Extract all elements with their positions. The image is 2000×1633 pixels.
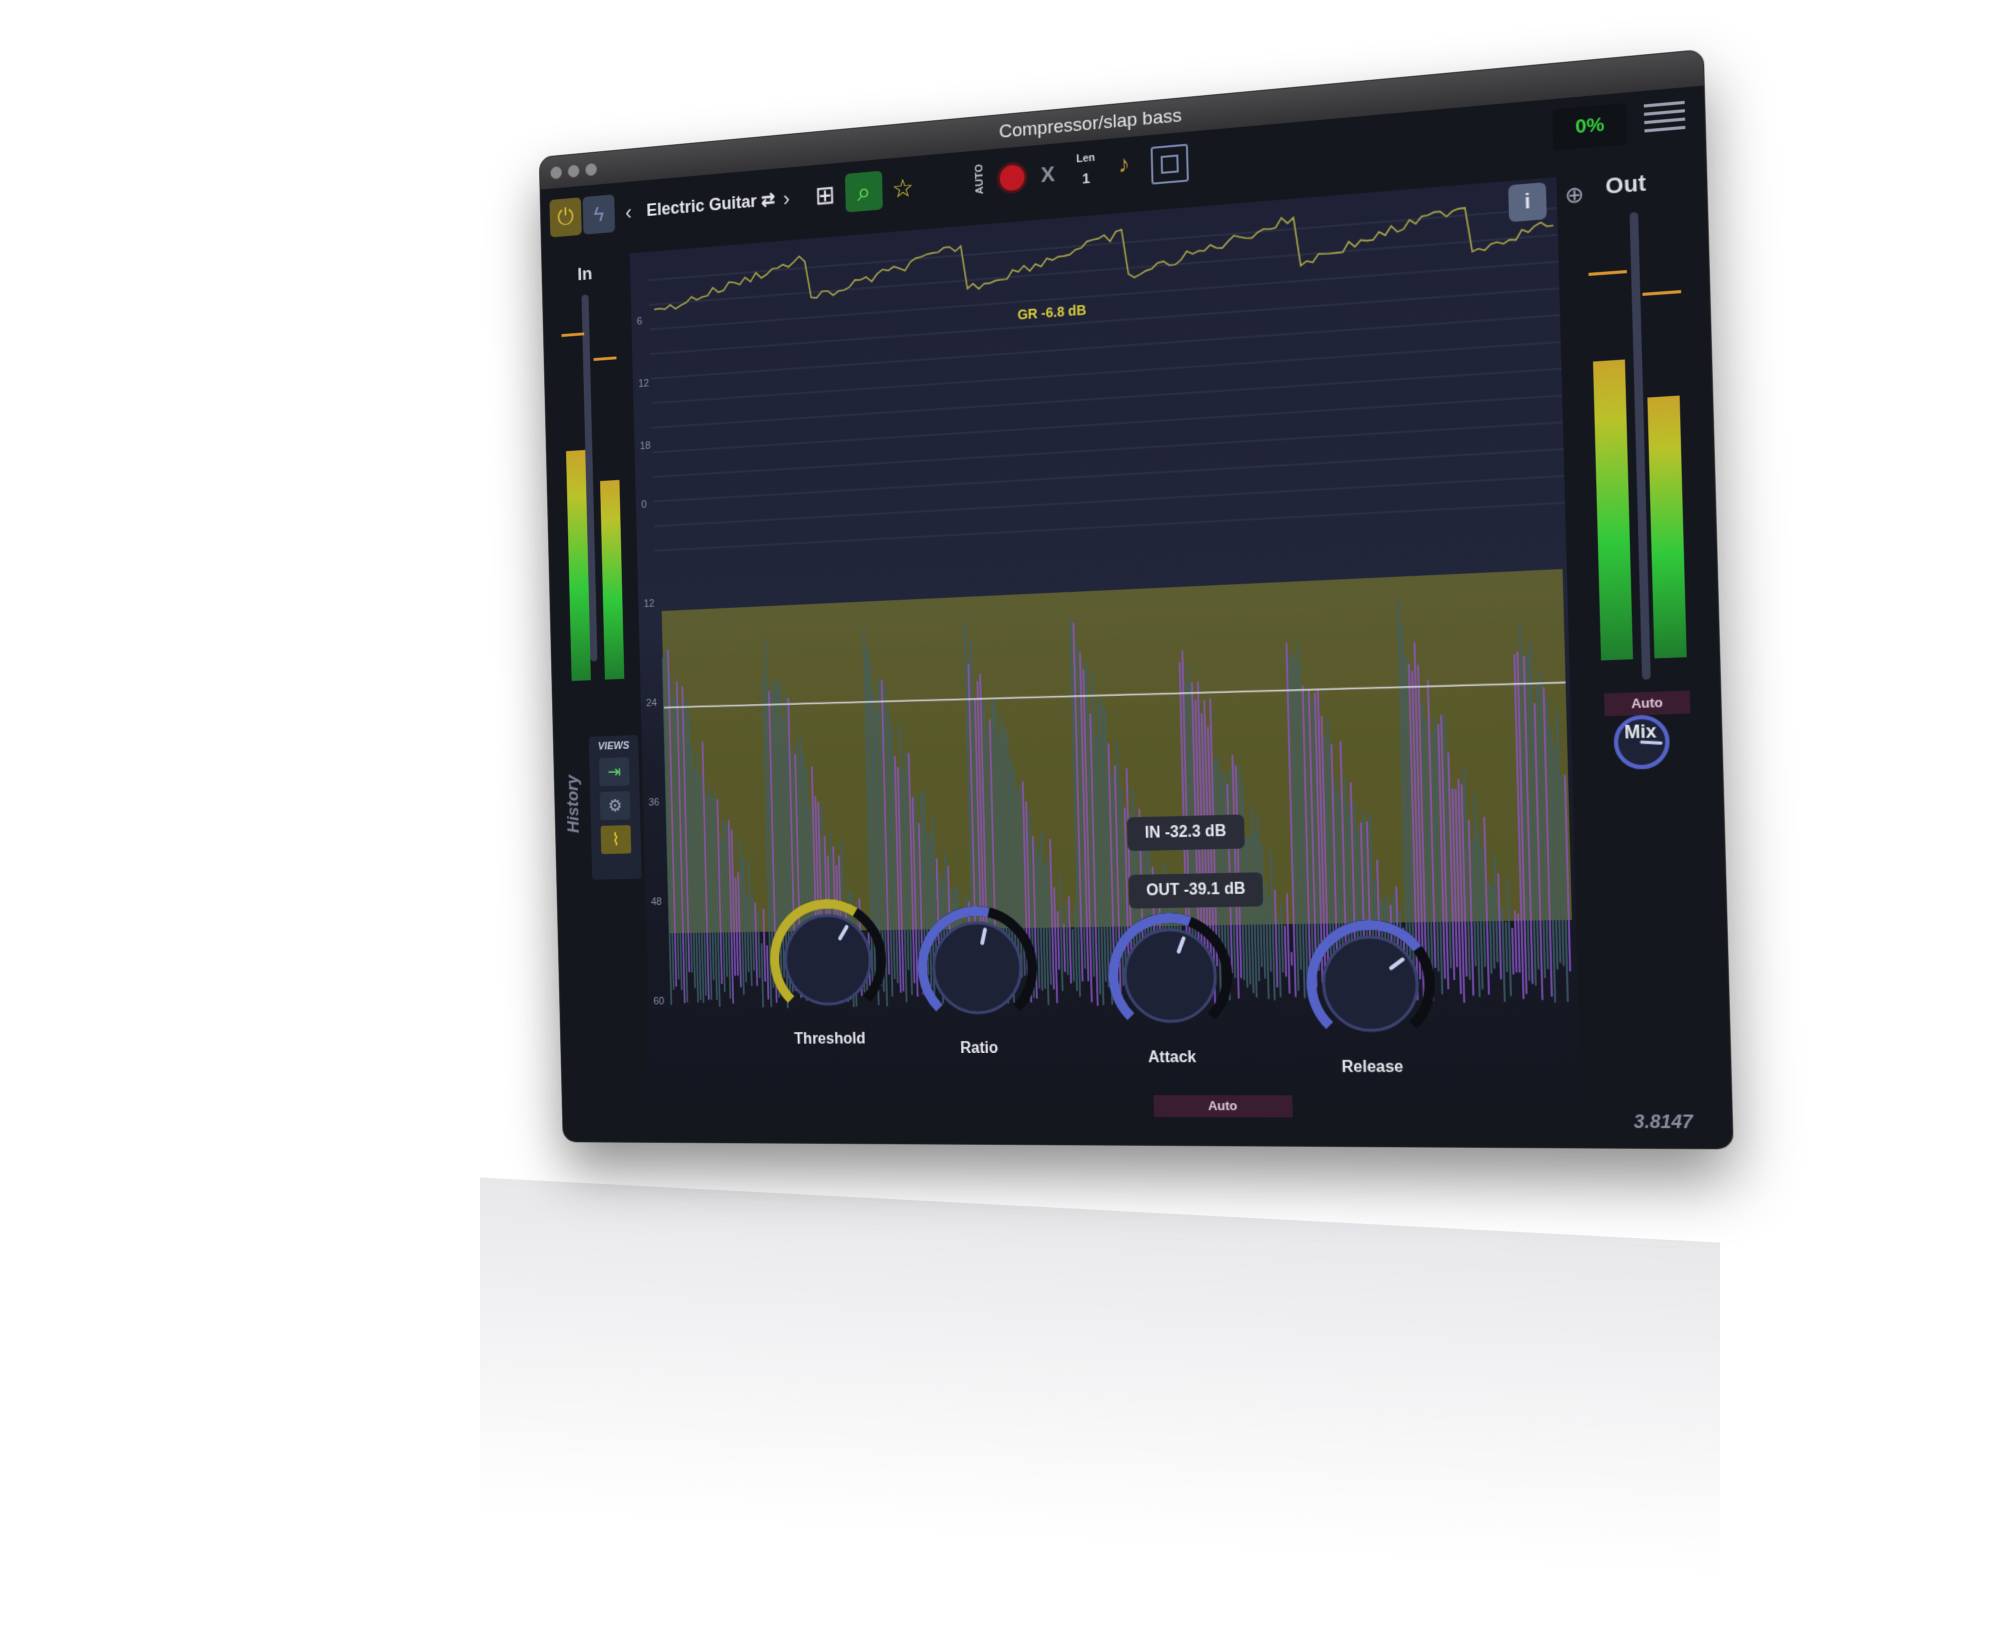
knob-label: Threshold — [766, 1031, 895, 1049]
mix-label: Mix — [1624, 721, 1657, 744]
window-reflection — [480, 1178, 1720, 1633]
out-auto-badge[interactable]: Auto — [1604, 691, 1690, 717]
plugin-window: Compressor/slap bass 0% ⏻ ϟ ‹ Electric G… — [540, 50, 1733, 1148]
knob-label: Release — [1301, 1059, 1444, 1077]
knob-body[interactable] — [1124, 929, 1217, 1021]
knob-label: Ratio — [913, 1040, 1046, 1058]
knob-label: Attack — [1104, 1049, 1242, 1067]
knob-body[interactable] — [933, 922, 1022, 1013]
knob-body[interactable] — [1322, 936, 1418, 1030]
knob-body[interactable] — [785, 915, 872, 1005]
out-label: Out — [1605, 170, 1646, 200]
version-label: 3.8147 — [1633, 1111, 1693, 1133]
release-auto-badge[interactable]: Auto — [1154, 1095, 1293, 1117]
knob-layer — [540, 50, 1733, 1148]
